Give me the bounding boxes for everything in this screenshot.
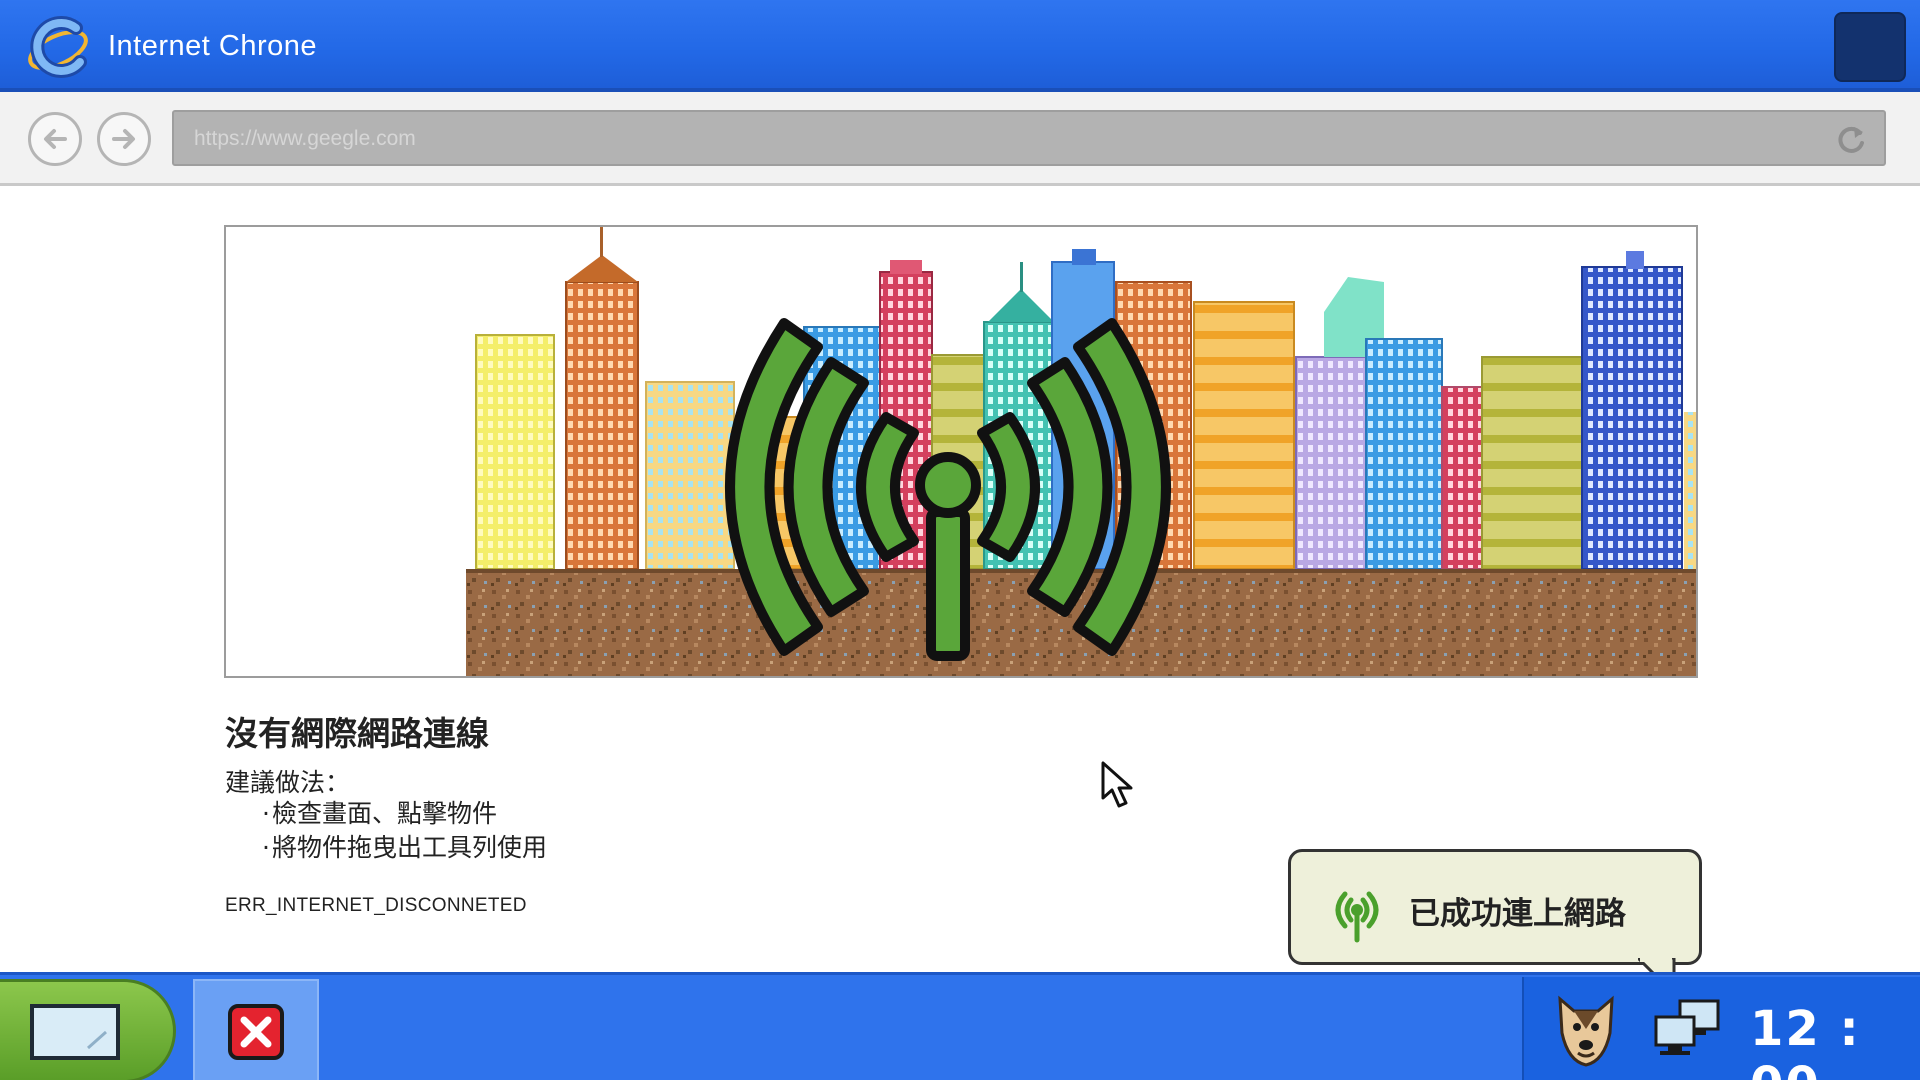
suggestion-item: 檢查畫面、點擊物件	[262, 797, 547, 831]
back-button[interactable]	[28, 112, 82, 166]
connection-toast: 已成功連上網路	[1288, 849, 1702, 965]
title-bar: Internet Chrone	[0, 0, 1920, 92]
antenna-signal-icon	[1335, 891, 1379, 943]
reload-icon[interactable]	[1834, 123, 1868, 157]
error-title: 沒有網際網路連線	[225, 714, 489, 753]
address-bar[interactable]: https://www.geegle.com	[172, 110, 1886, 166]
forward-button[interactable]	[97, 112, 151, 166]
suggestion-list: 檢查畫面、點擊物件 將物件拖曳出工具列使用	[262, 797, 547, 865]
red-x-icon	[228, 1004, 284, 1060]
address-text: https://www.geegle.com	[194, 127, 416, 150]
error-code: ERR_INTERNET_DISCONNETED	[225, 895, 527, 916]
city-skyline-illustration	[466, 227, 1696, 676]
window-title: Internet Chrone	[108, 30, 318, 62]
browser-toolbar: https://www.geegle.com	[0, 92, 1920, 186]
start-screen-icon	[30, 1004, 120, 1060]
taskbar: 12 : 00	[0, 972, 1920, 1080]
chrone-logo-icon	[28, 15, 88, 78]
forward-arrow-icon	[112, 129, 135, 149]
window-control-button[interactable]	[1834, 12, 1906, 82]
clock: 12 : 00	[1750, 1001, 1861, 1080]
network-computers-icon[interactable]	[1652, 999, 1722, 1059]
start-button[interactable]	[0, 979, 176, 1080]
back-arrow-icon	[44, 129, 67, 149]
suggestion-label: 建議做法：	[225, 768, 351, 797]
taskbar-item-close[interactable]	[193, 979, 319, 1080]
suggestion-item: 將物件拖曳出工具列使用	[262, 831, 547, 865]
system-tray: 12 : 00	[1522, 977, 1920, 1080]
toast-message: 已成功連上網路	[1409, 896, 1626, 932]
mouse-pointer-icon	[1101, 761, 1133, 808]
offline-illustration	[224, 225, 1698, 678]
dog-avatar-icon[interactable]	[1552, 989, 1620, 1069]
